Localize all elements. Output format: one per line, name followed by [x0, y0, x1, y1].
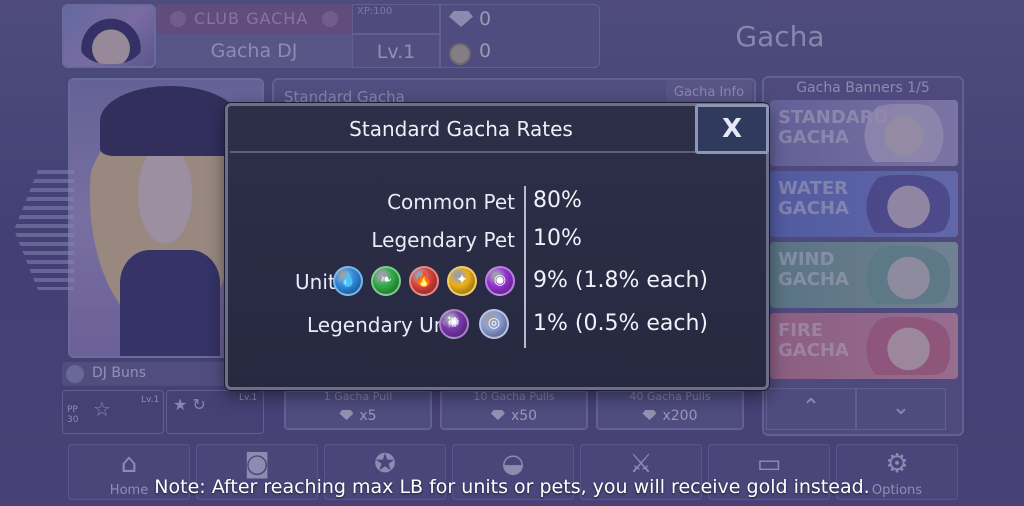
max-lb-note: Note: After reaching max LB for units or…	[154, 476, 870, 498]
rates-divider	[524, 186, 526, 348]
title-divider	[230, 151, 766, 153]
legendary-dark-orb-icon: ✺	[439, 309, 469, 339]
rate-value-legendary-unit: 1% (0.5% each)	[533, 311, 709, 336]
rate-value-legendary-pet: 10%	[533, 226, 582, 251]
rate-label-legendary-unit: Legendary Unit	[307, 313, 460, 337]
rate-value-common-pet: 80%	[533, 188, 582, 213]
rate-label-legendary-pet: Legendary Pet	[371, 228, 515, 252]
dialog-title: Standard Gacha Rates	[349, 117, 573, 141]
light-orb-icon: ✦	[447, 266, 477, 296]
rate-label-common-pet: Common Pet	[387, 190, 515, 214]
dark-orb-icon: ◉	[485, 266, 515, 296]
fire-orb-icon: 🔥	[409, 266, 439, 296]
legendary-light-orb-icon: ◎	[479, 309, 509, 339]
water-orb-icon: 💧	[333, 266, 363, 296]
rate-label-unit: Unit	[295, 270, 336, 294]
wind-orb-icon: ❧	[371, 266, 401, 296]
rate-value-unit: 9% (1.8% each)	[533, 268, 709, 293]
close-icon: X	[721, 114, 743, 144]
close-button[interactable]: X	[695, 104, 769, 154]
